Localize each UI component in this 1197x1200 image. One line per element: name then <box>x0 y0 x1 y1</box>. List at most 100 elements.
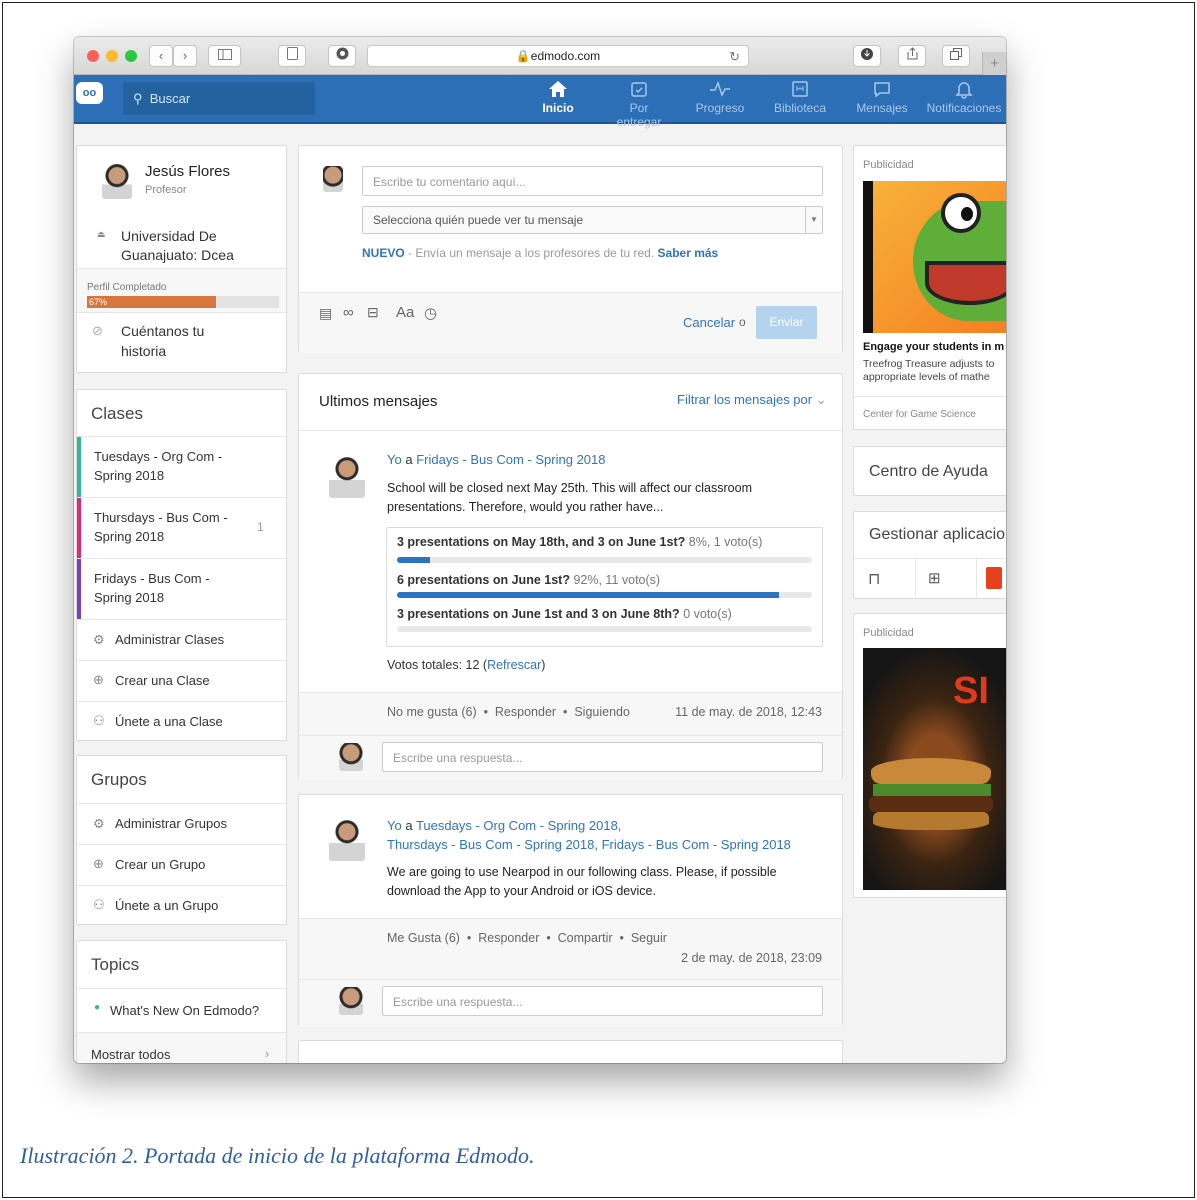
join-group-label[interactable]: Únete a un Grupo <box>115 898 218 913</box>
share-button[interactable]: Compartir <box>558 931 613 945</box>
address-bar[interactable]: 🔒edmodo.com ↻ <box>367 45 749 67</box>
clock-icon[interactable]: ◷ <box>424 304 437 322</box>
learn-more-link[interactable]: Saber más <box>658 246 719 260</box>
poll-option[interactable]: 3 presentations on May 18th, and 3 on Ju… <box>397 535 762 549</box>
ad-source[interactable]: Center for Game Science <box>863 409 976 420</box>
like-button[interactable]: Me Gusta (6) <box>387 931 460 945</box>
new-tab-button[interactable]: + <box>982 52 1006 75</box>
following-button[interactable]: Siguiendo <box>574 705 630 719</box>
post-recipient-link[interactable]: Thursdays - Bus Com - Spring 2018, <box>387 837 598 852</box>
ad-image[interactable]: SI <box>863 648 1006 890</box>
profile-name[interactable]: Jesús Flores <box>145 163 230 180</box>
divider <box>299 735 842 736</box>
class-item[interactable]: Fridays - Bus Com - Spring 2018 <box>77 558 286 620</box>
minimize-window-button[interactable] <box>106 50 118 62</box>
class-label[interactable]: Tuesdays - Org Com - Spring 2018 <box>94 447 234 485</box>
ad-image[interactable] <box>863 181 1006 333</box>
frog-mouth <box>925 261 1006 305</box>
story-link[interactable]: Cuéntanos tu historia <box>121 321 241 361</box>
join-class-label[interactable]: Únete a una Clase <box>115 714 223 729</box>
class-label[interactable]: Fridays - Bus Com - Spring 2018 <box>94 569 234 607</box>
avatar[interactable] <box>102 163 132 199</box>
class-item[interactable]: Tuesdays - Org Com - Spring 2018 <box>77 436 286 498</box>
create-group-link[interactable]: ⊕ Crear un Grupo <box>77 844 286 885</box>
create-class-link[interactable]: ⊕ Crear una Clase <box>77 660 286 701</box>
show-all-topics[interactable]: Mostrar todos › <box>77 1032 286 1063</box>
poll-option[interactable]: 3 presentations on June 1st and 3 on Jun… <box>397 607 732 621</box>
comment-input[interactable]: Escribe tu comentario aquí... <box>362 166 823 196</box>
text-format-icon[interactable]: Aa <box>396 304 414 321</box>
class-item[interactable]: Thursdays - Bus Com - Spring 2018 1 <box>77 497 286 559</box>
nav-mensajes[interactable]: Mensajes <box>855 79 909 123</box>
download-icon[interactable] <box>853 45 881 67</box>
audience-select[interactable]: Selecciona quién puede ver tu mensaje ▼ <box>362 206 823 234</box>
filter-dropdown[interactable]: Filtrar los mensajes por ⌄ <box>677 392 827 408</box>
reload-icon[interactable]: ↻ <box>729 46 740 67</box>
avatar[interactable] <box>329 453 365 498</box>
nav-biblioteca[interactable]: Biblioteca <box>772 79 828 123</box>
nav-por-entregar[interactable]: Por entregar <box>606 79 672 129</box>
dislike-button[interactable]: No me gusta (6) <box>387 705 477 719</box>
reply-input[interactable]: Escribe una respuesta... <box>382 986 823 1016</box>
back-button[interactable]: ‹ <box>149 45 173 67</box>
bell-icon <box>925 79 1003 101</box>
compass-icon: ⊘ <box>92 323 103 338</box>
reader-icon[interactable] <box>278 45 306 67</box>
post-author-link[interactable]: Yo <box>387 452 402 467</box>
school-name[interactable]: Universidad De Guanajuato: Dcea <box>121 227 271 265</box>
library-book-icon[interactable]: ⊟ <box>367 304 379 321</box>
search-input[interactable]: Buscar <box>150 91 190 106</box>
reply-input[interactable]: Escribe una respuesta... <box>382 742 823 772</box>
manage-classes-link[interactable]: ⚙ Administrar Clases <box>77 619 286 660</box>
nav-notificaciones[interactable]: Notificaciones <box>925 79 1003 123</box>
topic-label[interactable]: What's New On Edmodo? <box>110 1003 259 1018</box>
lock-icon: 🔒 <box>515 49 531 63</box>
follow-button[interactable]: Seguir <box>631 931 667 945</box>
post-recipient-link[interactable]: Tuesdays - Org Com - Spring 2018, <box>416 818 621 833</box>
note-icon[interactable]: ▤ <box>319 305 332 322</box>
post-recipient-link[interactable]: Fridays - Bus Com - Spring 2018 <box>602 837 791 852</box>
link-icon[interactable]: ∞ <box>343 304 354 321</box>
create-class-label[interactable]: Crear una Clase <box>115 673 210 688</box>
post-author-link[interactable]: Yo <box>387 818 402 833</box>
create-group-label[interactable]: Crear un Grupo <box>115 857 205 872</box>
office-icon[interactable] <box>986 567 1002 589</box>
nav-inicio[interactable]: Inicio <box>540 79 576 123</box>
edmodo-logo-icon[interactable]: oo <box>76 82 103 104</box>
join-class-link[interactable]: ⚇ Únete a una Clase <box>77 701 286 742</box>
class-label[interactable]: Thursdays - Bus Com - Spring 2018 <box>94 508 234 546</box>
reply-button[interactable]: Responder <box>495 705 556 719</box>
avatar[interactable] <box>329 816 365 861</box>
reply-button[interactable]: Responder <box>478 931 539 945</box>
messages-icon <box>855 79 909 101</box>
help-card[interactable]: Centro de Ayuda <box>853 446 1006 496</box>
sidebar-toggle-icon[interactable] <box>208 45 241 67</box>
manage-classes-label[interactable]: Administrar Clases <box>115 632 224 647</box>
profile-completion: Perfil Completado 67% <box>77 268 286 312</box>
ad-title[interactable]: Engage your students in m <box>863 341 1004 353</box>
store-icon[interactable]: ⊓ <box>868 569 880 589</box>
tabs-icon[interactable] <box>942 45 970 67</box>
manage-groups-label[interactable]: Administrar Grupos <box>115 816 227 831</box>
topic-item[interactable]: ● What's New On Edmodo? <box>77 988 286 1032</box>
help-link[interactable]: Centro de Ayuda <box>869 463 988 481</box>
send-button[interactable]: Enviar <box>756 306 817 339</box>
post-recipient-link[interactable]: Fridays - Bus Com - Spring 2018 <box>416 452 605 467</box>
forward-button[interactable]: › <box>173 45 197 67</box>
story-row[interactable]: ⊘ Cuéntanos tu historia <box>77 312 286 374</box>
zoom-window-button[interactable] <box>125 50 137 62</box>
post-to-word: a <box>405 452 413 467</box>
manage-groups-link[interactable]: ⚙ Administrar Grupos <box>77 803 286 844</box>
share-icon[interactable] <box>898 45 926 67</box>
extension-icon[interactable] <box>328 45 356 67</box>
apps-grid-icon[interactable]: ⊞ <box>928 569 941 587</box>
search-box[interactable]: ⚲ Buscar <box>123 82 315 115</box>
school-icon: ⏏ <box>97 229 106 239</box>
join-group-link[interactable]: ⚇ Únete a un Grupo <box>77 885 286 926</box>
nav-progreso[interactable]: Progreso <box>694 79 746 123</box>
show-all-label[interactable]: Mostrar todos <box>91 1047 170 1062</box>
poll-option[interactable]: 6 presentations on June 1st? 92%, 11 vot… <box>397 573 660 587</box>
close-window-button[interactable] <box>87 50 99 62</box>
cancel-button[interactable]: Cancelar <box>683 315 735 330</box>
refresh-link[interactable]: Refrescar <box>487 658 541 672</box>
